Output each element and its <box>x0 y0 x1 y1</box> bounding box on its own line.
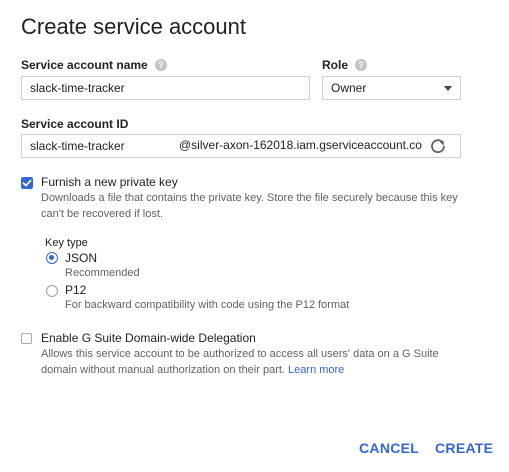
gsuite-delegation-description: Allows this service account to be author… <box>41 346 491 378</box>
gsuite-delegation-description-line1: Allows this service account to be author… <box>41 348 439 360</box>
service-account-name-input-box <box>21 76 310 100</box>
learn-more-link[interactable]: Learn more <box>288 364 344 376</box>
gsuite-delegation-description-line2-text: domain without manual authorization on t… <box>41 364 285 376</box>
cancel-button[interactable]: CANCEL <box>359 440 419 456</box>
gsuite-delegation-label[interactable]: Enable G Suite Domain-wide Delegation <box>41 331 256 345</box>
service-account-id-input[interactable] <box>30 135 170 157</box>
role-label: Role <box>322 58 349 72</box>
furnish-private-key-description-line2: can't be recovered if lost. <box>41 208 163 220</box>
furnish-private-key-description-line1: Downloads a file that contains the priva… <box>41 192 458 204</box>
dialog-title: Create service account <box>21 14 246 39</box>
key-type-p12-label[interactable]: P12 <box>65 283 86 297</box>
key-type-json-radio[interactable] <box>46 252 58 264</box>
key-type-json-label[interactable]: JSON <box>65 251 97 265</box>
furnish-private-key-description: Downloads a file that contains the priva… <box>41 190 491 222</box>
gsuite-delegation-description-line2: domain without manual authorization on t… <box>41 362 491 378</box>
service-account-name-label-row: Service account name ? <box>21 58 167 72</box>
key-type-json-description: Recommended <box>65 267 140 279</box>
help-icon[interactable]: ? <box>154 59 167 71</box>
service-account-domain-suffix: @silver-axon-162018.iam.gserviceaccount.… <box>179 138 422 152</box>
key-type-label: Key type <box>45 237 88 249</box>
service-account-id-label-row: Service account ID <box>21 117 128 131</box>
chevron-down-icon <box>444 85 452 91</box>
checkbox-icon[interactable] <box>21 177 33 189</box>
service-account-name-input[interactable] <box>30 77 300 99</box>
refresh-icon[interactable] <box>430 138 446 154</box>
service-account-id-label: Service account ID <box>21 117 129 131</box>
create-button[interactable]: CREATE <box>435 440 493 456</box>
role-selected-value: Owner <box>331 81 367 95</box>
checkbox-icon[interactable] <box>21 333 32 344</box>
role-select[interactable]: Owner <box>322 76 461 100</box>
furnish-private-key-label[interactable]: Furnish a new private key <box>41 175 178 189</box>
help-icon[interactable]: ? <box>355 59 368 71</box>
role-label-row: Role ? <box>322 58 368 72</box>
create-service-account-dialog: Create service account Service account n… <box>0 0 509 472</box>
service-account-name-label: Service account name <box>21 58 148 72</box>
key-type-p12-description: For backward compatibility with code usi… <box>65 299 350 311</box>
key-type-p12-radio[interactable] <box>46 285 58 297</box>
